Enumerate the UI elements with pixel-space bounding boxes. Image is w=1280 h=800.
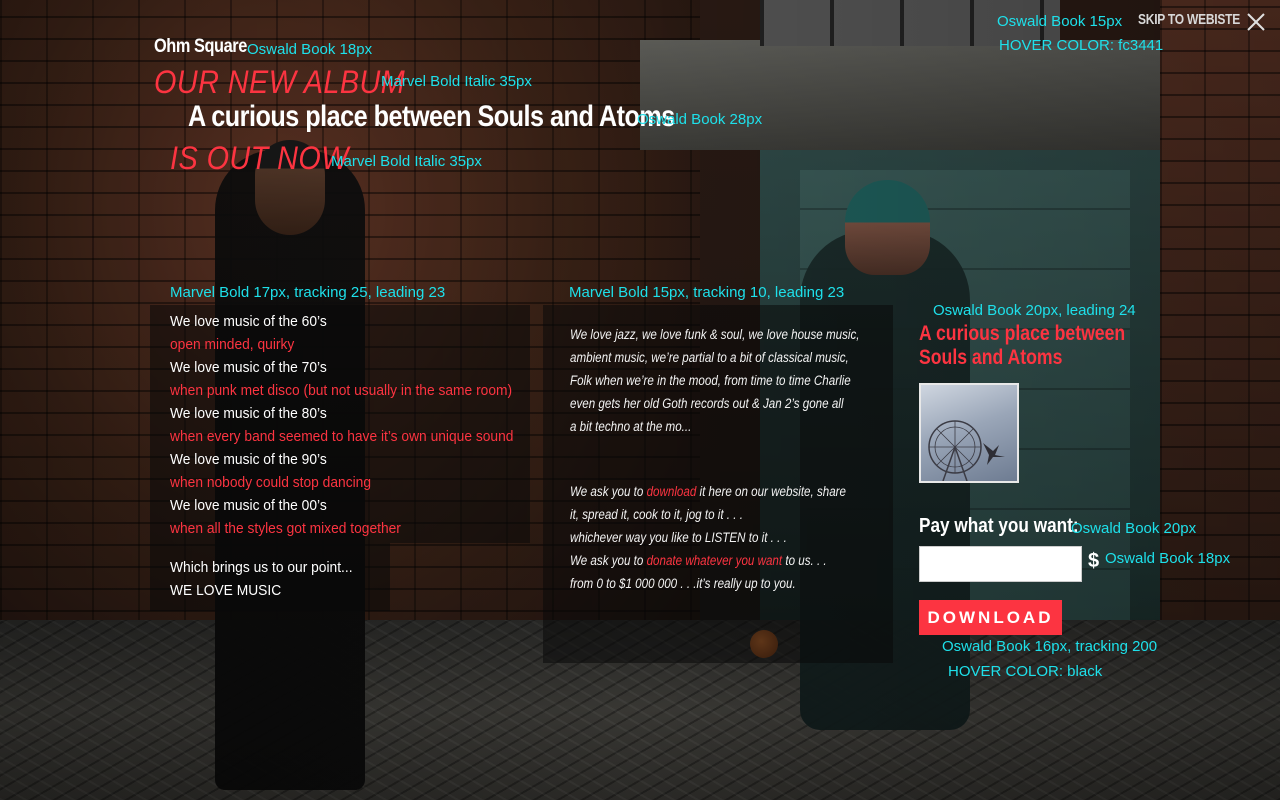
album-cover-image <box>919 383 1019 483</box>
list-item: when all the styles got mixed together <box>170 520 401 537</box>
story-text-span: We ask you to <box>570 553 647 568</box>
story-text: We love jazz, we love funk & soul, we lo… <box>570 323 907 595</box>
skip-hover-note: HOVER COLOR: fc3441 <box>999 37 1164 54</box>
headline-is-out-now: IS OUT NOW <box>170 140 349 176</box>
closing-line-we-love-music: WE LOVE MUSIC <box>170 582 282 599</box>
story-line: We ask you to donate whatever you want t… <box>570 549 860 572</box>
download-font-note: Oswald Book 16px, tracking 200 <box>942 638 1158 655</box>
list-item: when punk met disco (but not usually in … <box>170 382 513 399</box>
story-text-span: We ask you to <box>570 484 647 499</box>
story-line: a bit techno at the mo... <box>570 419 692 434</box>
download-button[interactable]: DOWNLOAD <box>919 600 1062 635</box>
list-item: We love music of the 60’s <box>170 313 327 330</box>
decades-list: We love music of the 60’s open minded, q… <box>170 310 543 602</box>
story-line: from 0 to $1 000 000 . . .it’s really up… <box>570 576 796 591</box>
list-item: We love music of the 90’s <box>170 451 327 468</box>
list-item: We love music of the 80’s <box>170 405 327 422</box>
headline-font-note: Marvel Bold Italic 35px <box>381 73 532 90</box>
album-title-font-note: Oswald Book 28px <box>637 111 763 128</box>
list-item: when nobody could stop dancing <box>170 474 372 491</box>
brand-logo[interactable]: Ohm Square <box>154 36 247 58</box>
skip-to-website-link[interactable]: SKIP TO WEBISTE <box>1138 11 1240 28</box>
pay-label-font-note: Oswald Book 20px <box>1071 520 1197 537</box>
currency-symbol: $ <box>1088 550 1100 572</box>
closing-line: Which brings us to our point... <box>170 559 353 576</box>
product-font-note: Oswald Book 20px, leading 24 <box>933 302 1136 319</box>
album-title: A curious place between Souls and Atoms <box>188 100 675 133</box>
product-title-line: Souls and Atoms <box>919 346 1063 369</box>
currency-font-note: Oswald Book 18px <box>1105 550 1231 567</box>
skip-font-note: Oswald Book 15px <box>997 13 1123 30</box>
story-line: even gets her old Goth records out & Jan… <box>570 396 844 411</box>
brand-font-note: Oswald Book 18px <box>247 41 373 58</box>
close-icon[interactable] <box>1245 11 1267 33</box>
download-inline-link[interactable]: download <box>647 484 697 499</box>
story-line: it, spread it, cook to it, jog to it . .… <box>570 507 743 522</box>
list-item: open minded, quirky <box>170 336 295 353</box>
product-title-line: A curious place between <box>919 322 1126 345</box>
ferris-wheel-icon <box>928 420 1005 481</box>
story-line: Folk when we’re in the mood, from time t… <box>570 373 851 388</box>
list-item: when every band seemed to have it’s own … <box>170 428 514 445</box>
download-hover-note: HOVER COLOR: black <box>948 663 1103 680</box>
headline-our-new-album: OUR NEW ALBUM <box>154 64 406 100</box>
story-text-span: it here on our website, share <box>696 484 847 499</box>
amount-input[interactable] <box>919 546 1082 582</box>
story-line: ambient music, we’re partial to a bit of… <box>570 350 849 365</box>
product-title: A curious place between Souls and Atoms <box>919 322 1125 370</box>
story-font-note: Marvel Bold 15px, tracking 10, leading 2… <box>569 284 845 301</box>
story-text-span: to us. . . <box>782 553 827 568</box>
pay-what-you-want-label: Pay what you want: <box>919 515 1079 537</box>
list-item: We love music of the 00’s <box>170 497 327 514</box>
list-item: We love music of the 70’s <box>170 359 327 376</box>
donate-inline-link[interactable]: donate whatever you want <box>647 553 783 568</box>
list-font-note: Marvel Bold 17px, tracking 25, leading 2… <box>170 284 446 301</box>
story-line: We ask you to download it here on our we… <box>570 480 860 503</box>
story-line: whichever way you like to LISTEN to it .… <box>570 530 787 545</box>
story-line: We love jazz, we love funk & soul, we lo… <box>570 327 860 342</box>
out-now-font-note: Marvel Bold Italic 35px <box>331 153 482 170</box>
